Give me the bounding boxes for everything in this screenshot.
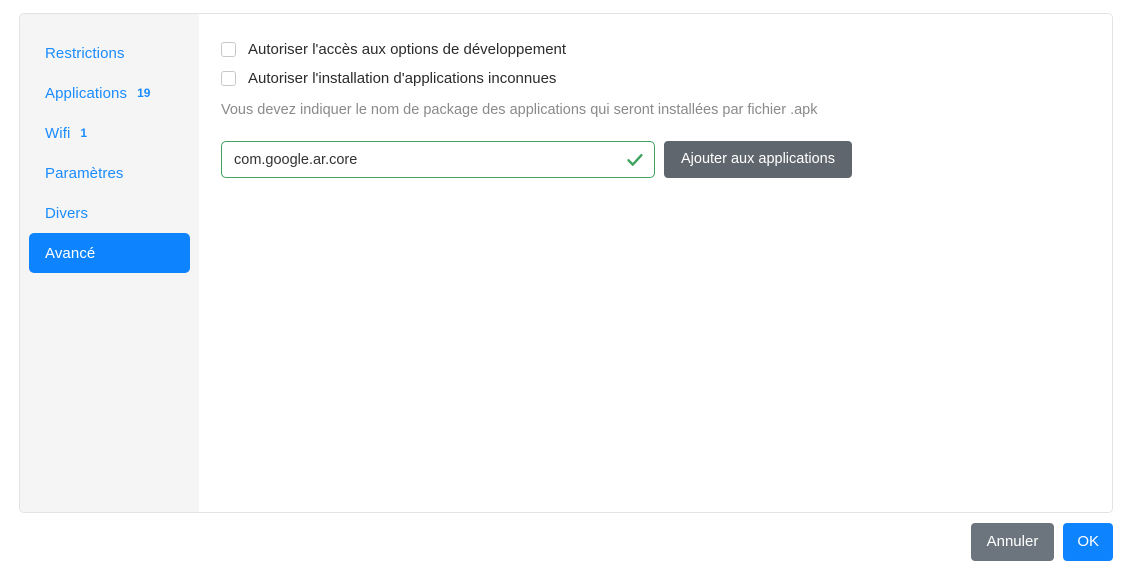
settings-dialog: Restrictions Applications 19 Wifi 1 Para…	[0, 0, 1132, 577]
developer-options-checkbox[interactable]	[221, 42, 236, 57]
sidebar-item-label: Paramètres	[45, 164, 124, 182]
sidebar-item-restrictions[interactable]: Restrictions	[29, 33, 190, 73]
settings-panel: Restrictions Applications 19 Wifi 1 Para…	[19, 13, 1113, 513]
sidebar-item-divers[interactable]: Divers	[29, 193, 190, 233]
content-pane: Autoriser l'accès aux options de dévelop…	[199, 14, 1112, 512]
cancel-button[interactable]: Annuler	[970, 523, 1055, 561]
unknown-apps-label: Autoriser l'installation d'applications …	[248, 70, 557, 87]
sidebar-item-label: Applications	[45, 84, 128, 102]
sidebar-nav: Restrictions Applications 19 Wifi 1 Para…	[20, 14, 199, 512]
unknown-apps-checkbox[interactable]	[221, 71, 236, 86]
developer-options-label: Autoriser l'accès aux options de dévelop…	[248, 41, 567, 58]
sidebar-item-label: Wifi	[45, 124, 71, 142]
sidebar-item-parametres[interactable]: Paramètres	[29, 153, 190, 193]
sidebar-item-label: Restrictions	[45, 44, 125, 62]
package-input-row: Ajouter aux applications	[221, 141, 1112, 179]
package-input-wrapper	[221, 141, 655, 179]
sidebar-item-applications[interactable]: Applications 19	[29, 73, 190, 113]
dialog-footer: Annuler OK	[970, 523, 1113, 561]
package-hint-text: Vous devez indiquer le nom de package de…	[221, 102, 818, 118]
developer-options-row: Autoriser l'accès aux options de dévelop…	[221, 42, 1112, 57]
sidebar-item-label: Divers	[45, 204, 89, 222]
add-to-applications-button[interactable]: Ajouter aux applications	[664, 141, 852, 179]
sidebar-item-avance[interactable]: Avancé	[29, 233, 190, 273]
unknown-apps-row: Autoriser l'installation d'applications …	[221, 71, 1112, 86]
sidebar-item-wifi[interactable]: Wifi 1	[29, 113, 190, 153]
package-name-input[interactable]	[221, 141, 655, 179]
sidebar-item-badge: 1	[80, 126, 88, 140]
sidebar-item-badge: 19	[137, 86, 151, 100]
sidebar-item-label: Avancé	[45, 244, 96, 262]
ok-button[interactable]: OK	[1063, 523, 1113, 561]
